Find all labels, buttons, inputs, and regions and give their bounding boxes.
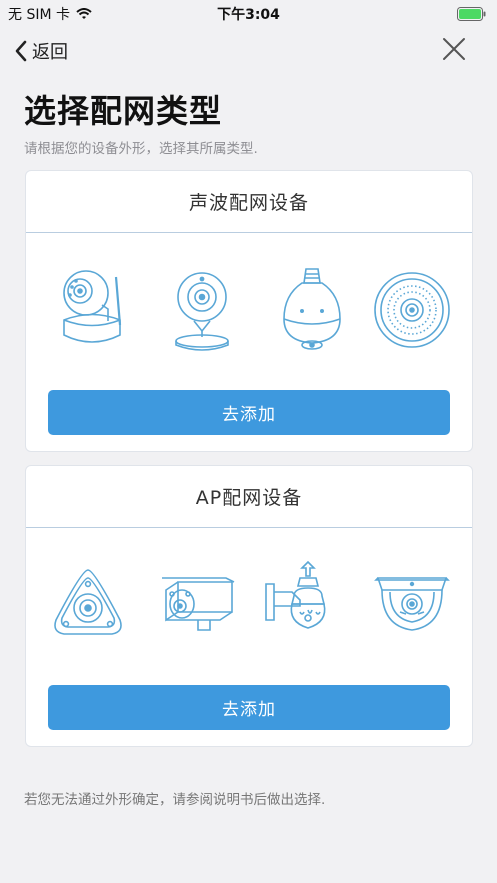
navigation-bar: 返回 bbox=[0, 26, 497, 76]
device-row bbox=[26, 560, 474, 650]
status-time: 下午3:04 bbox=[217, 7, 280, 23]
round-panel-camera-icon bbox=[374, 272, 450, 348]
back-label: 返回 bbox=[32, 42, 68, 63]
add-sound-wave-device-button[interactable]: 去添加 bbox=[48, 390, 450, 435]
close-icon[interactable] bbox=[441, 36, 467, 62]
bullet-camera-icon bbox=[162, 577, 235, 631]
add-ap-device-button[interactable]: 去添加 bbox=[48, 685, 450, 730]
fisheye-camera-icon bbox=[54, 569, 122, 635]
wall-ptz-camera-icon bbox=[265, 560, 326, 629]
footer-note: 若您无法通过外形确定，请参阅说明书后做出选择. bbox=[24, 792, 326, 808]
status-right bbox=[457, 6, 487, 25]
battery-icon bbox=[457, 7, 486, 21]
card-title: 声波配网设备 bbox=[26, 171, 472, 233]
page-title: 选择配网类型 bbox=[24, 92, 223, 130]
page-subtitle: 请根据您的设备外形，选择其所属类型. bbox=[24, 141, 258, 157]
chevron-left-icon bbox=[15, 40, 27, 62]
card-title: AP配网设备 bbox=[26, 466, 472, 528]
ap-card: AP配网设备 去添加 bbox=[25, 465, 473, 747]
bulb-camera-icon bbox=[283, 268, 341, 350]
pan-tilt-camera-icon bbox=[63, 270, 122, 343]
status-bar: 无 SIM 卡 下午3:04 bbox=[0, 0, 497, 26]
cube-camera-icon bbox=[175, 272, 229, 351]
dome-camera-icon bbox=[374, 577, 450, 631]
device-row bbox=[26, 265, 474, 355]
sound-wave-card: 声波配网设备 去添加 bbox=[25, 170, 473, 452]
back-button[interactable]: 返回 bbox=[14, 38, 68, 64]
